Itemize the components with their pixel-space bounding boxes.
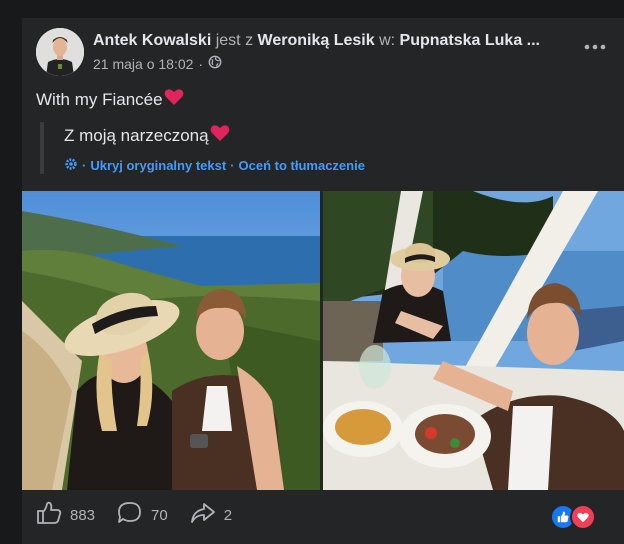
like-stat[interactable]: 883 <box>36 501 95 529</box>
heart-emoji-icon <box>210 124 230 147</box>
comment-icon <box>117 501 143 529</box>
tagged-person[interactable]: Weroniką Lesik <box>258 32 375 49</box>
link-separator: · <box>82 158 87 173</box>
reactions-bar: 883 70 2 <box>36 500 610 530</box>
post-card: Antek Kowalski jest z Weroniką Lesik w: … <box>22 18 624 544</box>
hide-original-link[interactable]: Ukryj oryginalny tekst <box>90 158 226 173</box>
with-connector: jest z <box>215 32 254 49</box>
meta-separator: · <box>198 55 204 72</box>
photo-restaurant[interactable] <box>323 191 624 490</box>
translation-block: Z moją narzeczoną · Ukryj oryginalny tek… <box>40 122 464 174</box>
post-text-body: With my Fiancée <box>36 89 163 109</box>
avatar-photo <box>36 28 84 76</box>
author-name[interactable]: Antek Kowalski <box>93 32 211 49</box>
share-count: 2 <box>223 506 233 524</box>
left-edge <box>0 0 22 544</box>
translate-gear-icon <box>64 157 78 174</box>
photo-coast-selfie[interactable] <box>22 191 320 490</box>
share-icon <box>190 501 216 529</box>
like-count: 883 <box>70 506 96 524</box>
love-reaction-icon <box>570 504 596 530</box>
heart-emoji-icon <box>164 88 184 111</box>
translation-text: Z moją narzeczoną <box>64 124 464 147</box>
share-stat[interactable]: 2 <box>190 501 232 529</box>
link-separator: · <box>230 158 235 173</box>
author-avatar[interactable] <box>36 28 84 76</box>
translation-links: · Ukryj oryginalny tekst · Oceń to tłuma… <box>64 157 464 174</box>
photo-grid <box>22 191 624 490</box>
like-icon <box>36 501 62 529</box>
globe-icon[interactable] <box>208 55 222 72</box>
comment-count: 70 <box>151 506 168 524</box>
translated-text: Z moją narzeczoną <box>64 125 209 145</box>
more-options-icon[interactable] <box>580 34 610 60</box>
rate-translation-link[interactable]: Oceń to tłumaczenie <box>239 158 365 173</box>
post-timestamp[interactable]: 21 maja o 18:02 <box>93 56 193 72</box>
comment-stat[interactable]: 70 <box>117 501 168 529</box>
post-header: Antek Kowalski jest z Weroniką Lesik w: … <box>93 30 563 52</box>
location-connector: w: <box>379 32 396 49</box>
post-meta: 21 maja o 18:02 · <box>93 55 222 72</box>
location-name[interactable]: Pupnatska Luka ... <box>400 32 540 49</box>
post-text: With my Fiancée <box>36 88 184 111</box>
reaction-summary[interactable] <box>550 504 596 530</box>
